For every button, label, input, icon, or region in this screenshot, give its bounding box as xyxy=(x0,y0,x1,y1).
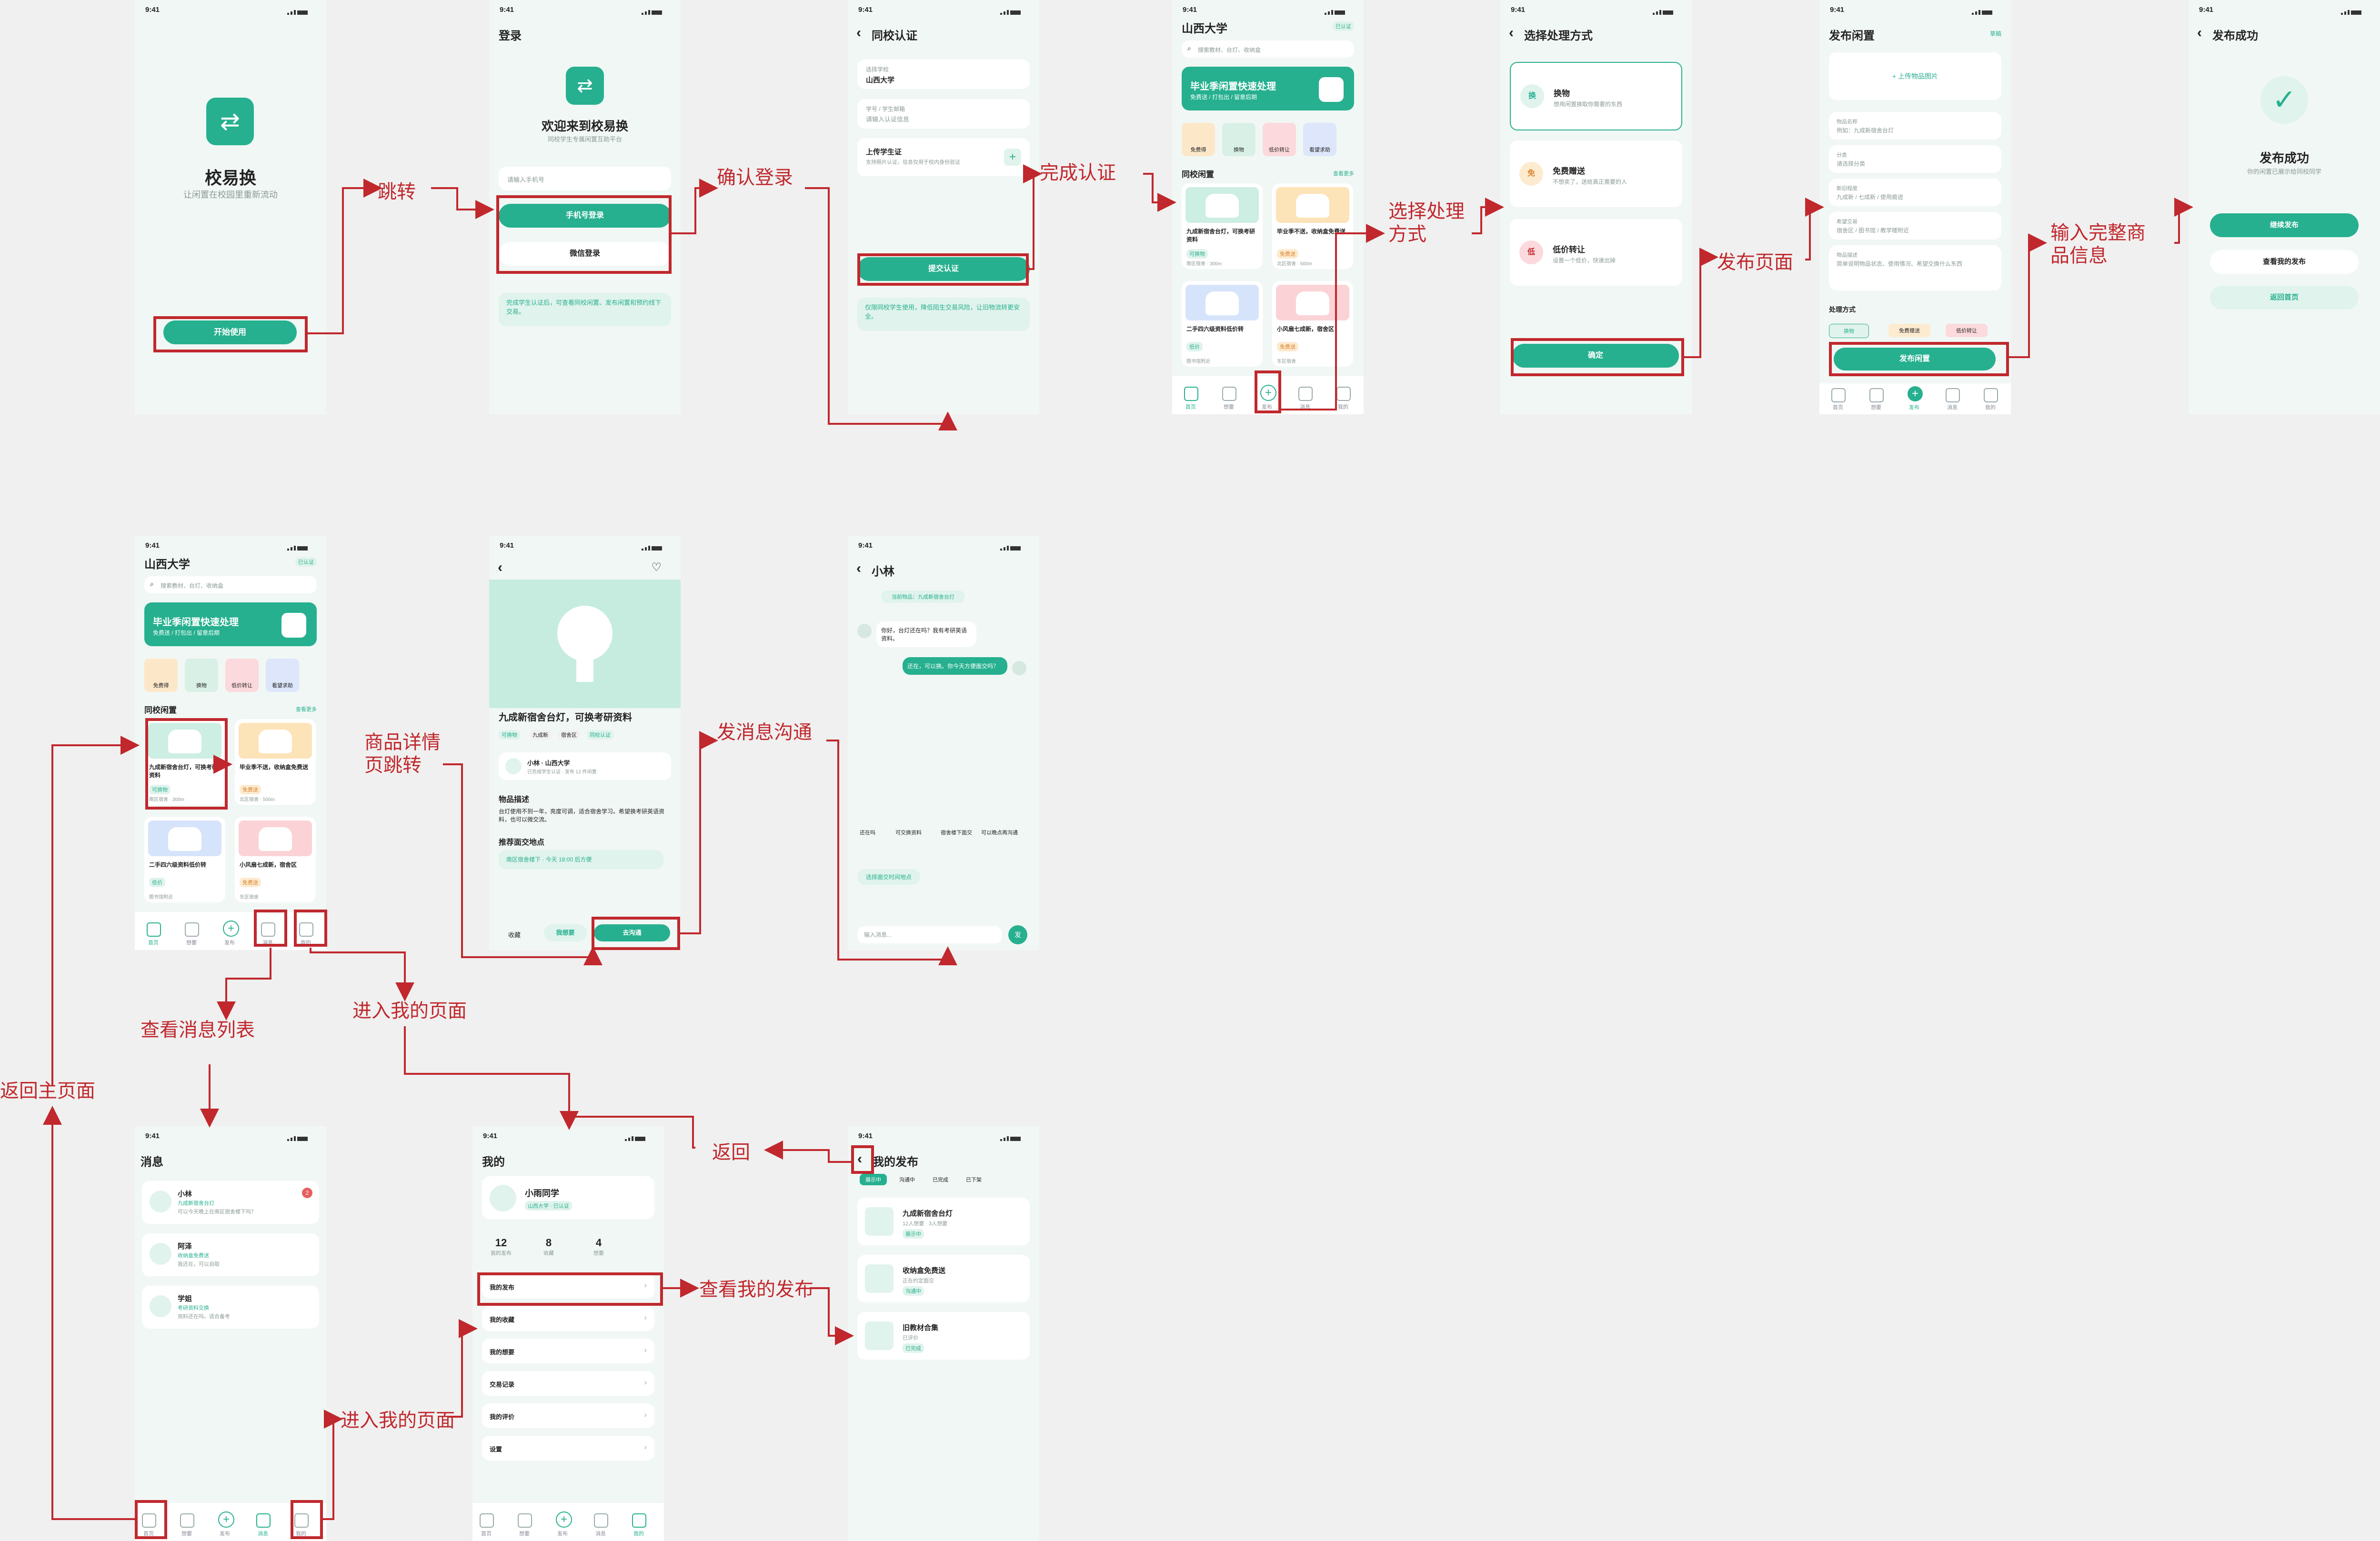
annotation-finish-auth: 完成认证 xyxy=(1040,162,1116,183)
annotation-send-msg: 发消息沟通 xyxy=(717,722,812,743)
annotation-confirm-login: 确认登录 xyxy=(717,167,793,188)
annotation-enter-mine-2: 进入我的页面 xyxy=(341,1410,455,1431)
annotation-my-posts: 查看我的发布 xyxy=(699,1279,813,1300)
annotation-detail-jump: 商品详情页跳转 xyxy=(364,732,441,776)
annotation-jump: 跳转 xyxy=(378,181,416,202)
annotation-choose-way: 选择处理方式 xyxy=(1388,201,1465,245)
annotation-back: 返回 xyxy=(712,1142,750,1163)
annotation-input-info: 输入完整商品信息 xyxy=(2050,222,2146,266)
annotation-enter-mine-1: 进入我的页面 xyxy=(352,1001,467,1021)
annotation-back-home: 返回主页面 xyxy=(0,1081,95,1101)
flow-arrows xyxy=(43,164,2193,1520)
annotation-msg-list: 查看消息列表 xyxy=(141,1020,255,1041)
annotation-publish-page: 发布页面 xyxy=(1717,252,1793,273)
